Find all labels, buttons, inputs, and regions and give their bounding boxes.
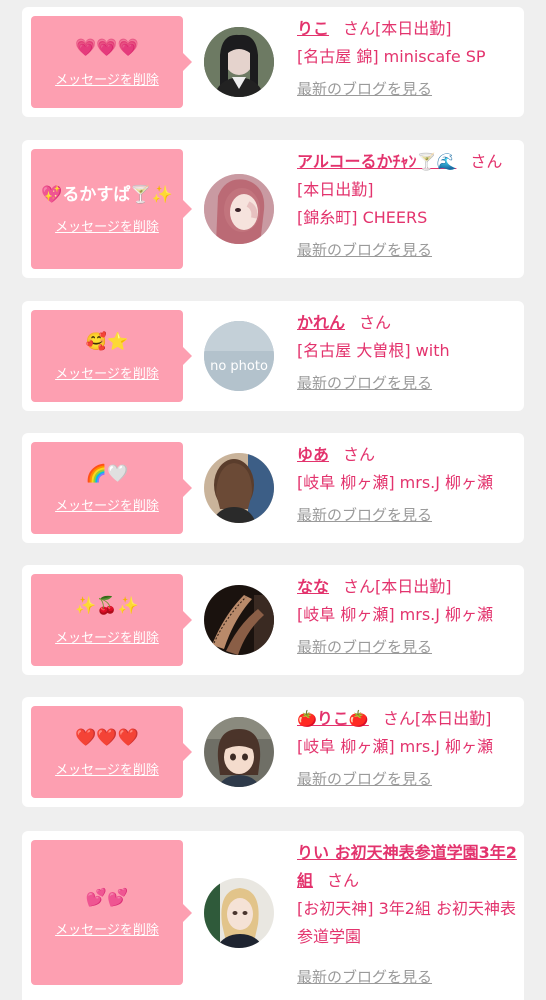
shop-label: [岐阜 柳ヶ瀬] mrs.J 柳ヶ瀬 — [297, 605, 494, 624]
avatar[interactable] — [204, 878, 274, 948]
san-label: さん — [470, 152, 503, 171]
message-emoji: 🥰⭐ — [85, 331, 129, 352]
avatar[interactable] — [204, 585, 274, 655]
cast-name-link[interactable]: 🍅りこ🍅 — [297, 709, 369, 728]
message-emoji: ✨🍒✨ — [75, 595, 139, 616]
cast-name-link[interactable]: りこ — [297, 19, 329, 38]
san-label: さん — [327, 871, 360, 890]
san-label: さん — [359, 313, 392, 332]
blog-link[interactable]: 最新のブログを見る — [297, 236, 432, 264]
message-bubble: 🌈🤍 メッセージを削除 — [31, 442, 192, 534]
list-item: 💖るかすぱ🍸✨ メッセージを削除 アルコーるかﾁｬﾝ🍸🌊 さん [本日出勤] [錦糸… — [22, 140, 524, 278]
message-emoji: 💗💗💗 — [75, 37, 139, 58]
message-bubble: 💕💕 メッセージを削除 — [31, 840, 192, 985]
cast-name-link[interactable]: なな — [297, 577, 329, 596]
cast-info: アルコーるかﾁｬﾝ🍸🌊 さん [本日出勤] [錦糸町] CHEERS 最新のブログを… — [297, 148, 517, 264]
list-item: 💗💗💗 メッセージを削除 りこ さん[本日出勤] [名古屋 錦] miniscaf… — [22, 7, 524, 117]
message-bubble: 💗💗💗 メッセージを削除 — [31, 16, 192, 108]
blog-link[interactable]: 最新のブログを見る — [297, 765, 432, 793]
cast-info: りい お初天神表参道学園3年2組 さん [お初天神] 3年2組 お初天神表参道学園… — [297, 839, 517, 991]
message-emoji: 🌈🤍 — [85, 463, 129, 484]
shop-label: [岐阜 柳ヶ瀬] mrs.J 柳ヶ瀬 — [297, 737, 494, 756]
list-item: ✨🍒✨ メッセージを削除 なな さん[本日出勤] [岐阜 柳ヶ瀬] mrs.J 柳… — [22, 565, 524, 675]
no-photo-text: no photo — [210, 359, 268, 374]
message-emoji: 💖るかすぱ🍸✨ — [41, 184, 173, 205]
avatar[interactable] — [204, 717, 274, 787]
delete-message-link[interactable]: メッセージを削除 — [55, 363, 159, 382]
list-item: 🥰⭐ メッセージを削除 no photo かれん さん [名古屋 大曽根] wit… — [22, 301, 524, 411]
san-label: さん — [343, 577, 376, 596]
avatar[interactable] — [204, 27, 274, 97]
delete-message-link[interactable]: メッセージを削除 — [55, 495, 159, 514]
avatar[interactable] — [204, 174, 274, 244]
cast-info: りこ さん[本日出勤] [名古屋 錦] miniscafe SP 最新のブログを見… — [297, 15, 517, 103]
avatar[interactable]: no photo — [204, 321, 274, 391]
shop-label: [岐阜 柳ヶ瀬] mrs.J 柳ヶ瀬 — [297, 473, 494, 492]
cast-name-link[interactable]: アルコーるかﾁｬﾝ🍸🌊 — [297, 152, 456, 171]
blog-link[interactable]: 最新のブログを見る — [297, 75, 432, 103]
san-label: さん — [343, 445, 376, 464]
blog-link[interactable]: 最新のブログを見る — [297, 369, 432, 397]
blog-link[interactable]: 最新のブログを見る — [297, 501, 432, 529]
delete-message-link[interactable]: メッセージを削除 — [55, 919, 159, 938]
message-bubble: 🥰⭐ メッセージを削除 — [31, 310, 192, 402]
delete-message-link[interactable]: メッセージを削除 — [55, 69, 159, 88]
blog-link[interactable]: 最新のブログを見る — [297, 633, 432, 661]
status-badge: [本日出勤] — [375, 577, 452, 596]
delete-message-link[interactable]: メッセージを削除 — [55, 627, 159, 646]
list-item: 🌈🤍 メッセージを削除 ゆあ さん [岐阜 柳ヶ瀬] mrs.J 柳ヶ瀬 最新のブ… — [22, 433, 524, 543]
shop-label: [名古屋 大曽根] with — [297, 341, 450, 360]
status-badge: [本日出勤] — [297, 180, 374, 199]
san-label: さん — [343, 19, 376, 38]
message-emoji: 💕💕 — [85, 888, 129, 908]
message-list: 💗💗💗 メッセージを削除 りこ さん[本日出勤] [名古屋 錦] miniscaf… — [0, 0, 546, 1000]
cast-name-link[interactable]: ゆあ — [297, 445, 329, 464]
shop-label: [お初天神] 3年2組 お初天神表参道学園 — [297, 899, 517, 946]
avatar[interactable] — [204, 453, 274, 523]
cast-info: ゆあ さん [岐阜 柳ヶ瀬] mrs.J 柳ヶ瀬 最新のブログを見る — [297, 441, 517, 529]
cast-name-link[interactable]: かれん — [297, 313, 345, 332]
cast-info: かれん さん [名古屋 大曽根] with 最新のブログを見る — [297, 309, 517, 397]
delete-message-link[interactable]: メッセージを削除 — [55, 759, 159, 778]
message-bubble: ✨🍒✨ メッセージを削除 — [31, 574, 192, 666]
blog-link[interactable]: 最新のブログを見る — [297, 963, 432, 991]
delete-message-link[interactable]: メッセージを削除 — [55, 216, 159, 235]
shop-label: [名古屋 錦] miniscafe SP — [297, 47, 486, 66]
message-emoji: ❤️❤️❤️ — [75, 727, 139, 748]
shop-label: [錦糸町] CHEERS — [297, 208, 428, 227]
san-label: さん — [382, 709, 415, 728]
list-item: 💕💕 メッセージを削除 りい お初天神表参道学園3年2組 さん [お初天神] 3年… — [22, 831, 524, 1000]
status-badge: [本日出勤] — [375, 19, 452, 38]
message-bubble: 💖るかすぱ🍸✨ メッセージを削除 — [31, 149, 192, 269]
status-badge: [本日出勤] — [414, 709, 492, 728]
cast-info: 🍅りこ🍅 さん[本日出勤] [岐阜 柳ヶ瀬] mrs.J 柳ヶ瀬 最新のブログを見… — [297, 705, 517, 793]
cast-info: なな さん[本日出勤] [岐阜 柳ヶ瀬] mrs.J 柳ヶ瀬 最新のブログを見る — [297, 573, 517, 661]
message-bubble: ❤️❤️❤️ メッセージを削除 — [31, 706, 192, 798]
list-item: ❤️❤️❤️ メッセージを削除 🍅りこ🍅 さん[本日出勤] [岐阜 柳ヶ瀬] mr… — [22, 697, 524, 807]
